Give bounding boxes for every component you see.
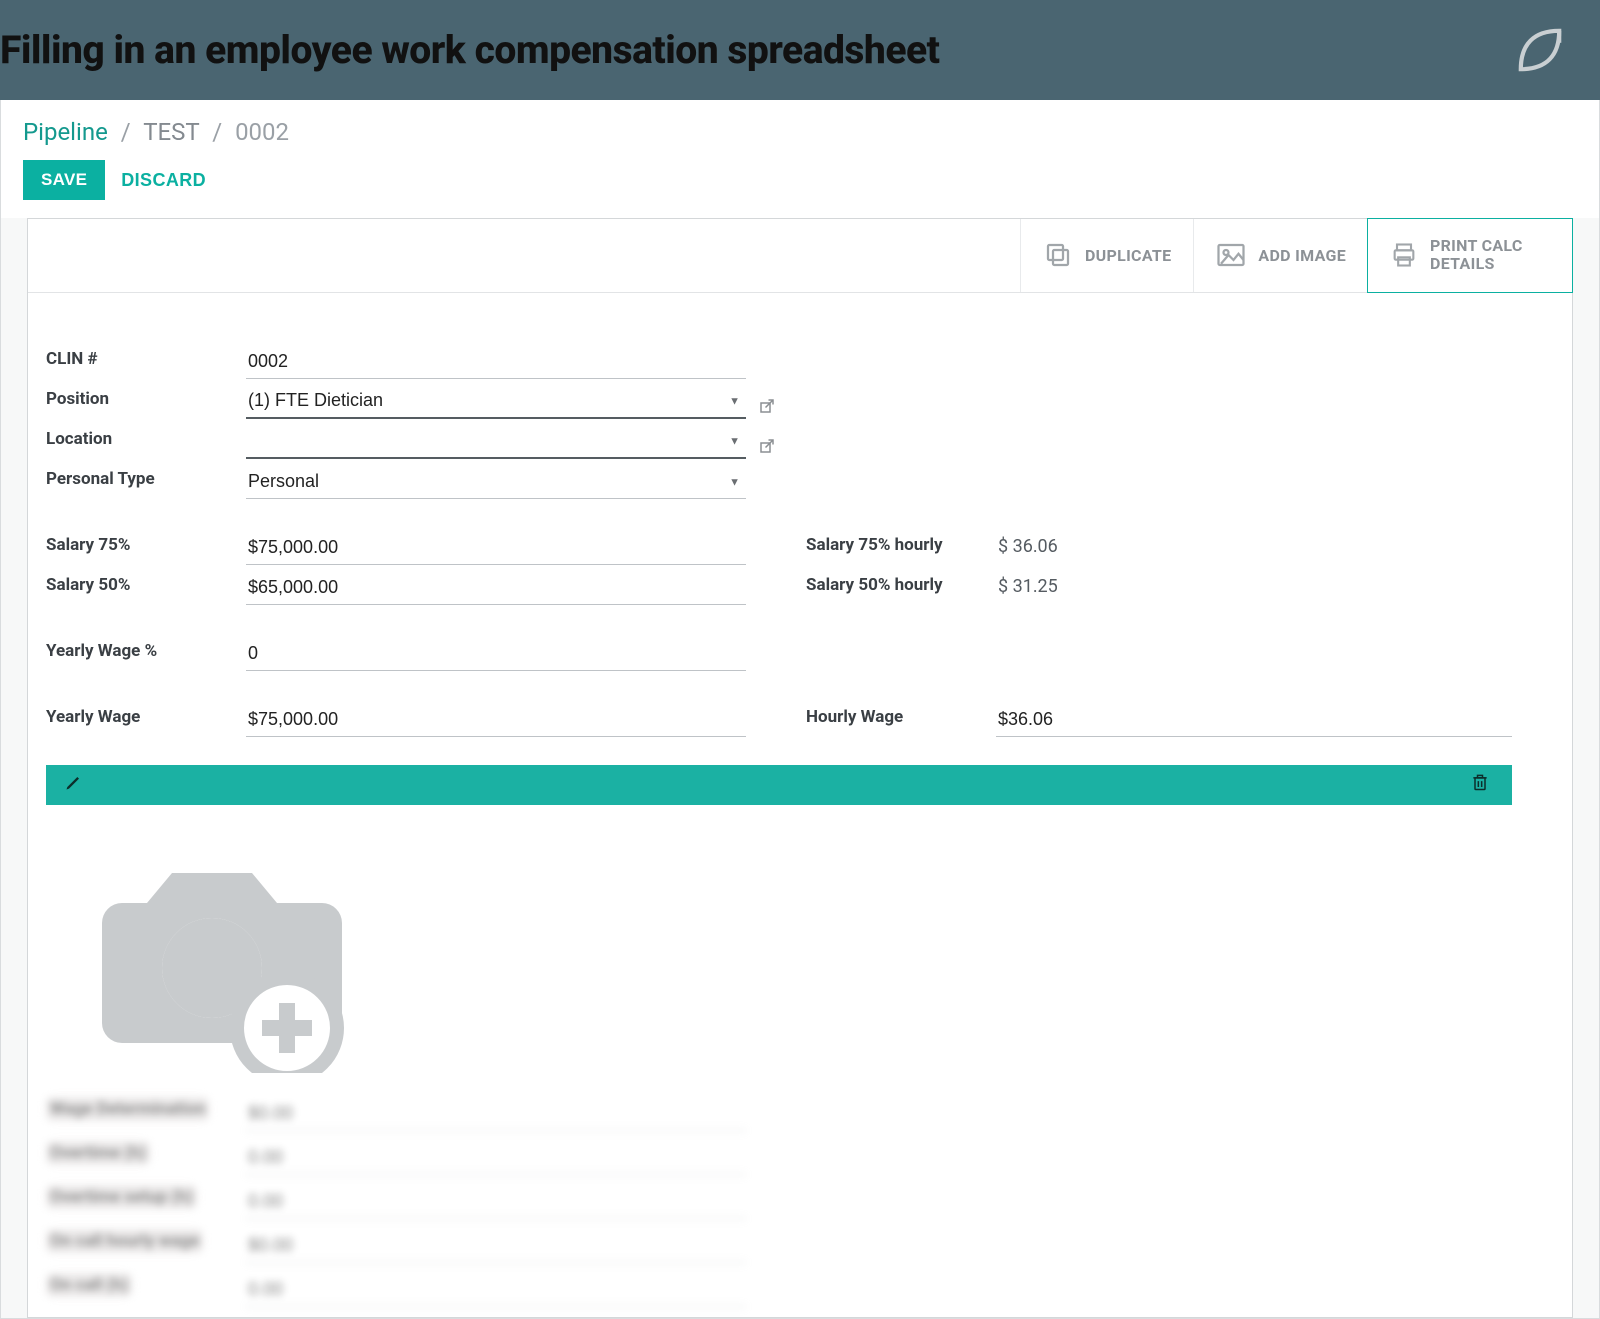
blurred-fields: Wage Determination Overtime (h) Overtime… xyxy=(46,1087,1512,1307)
hourly-wage-label: Hourly Wage xyxy=(806,697,996,737)
personal-type-select[interactable] xyxy=(246,465,746,499)
form-sheet: DUPLICATE ADD IMAGE PRINT CALC DETAILS xyxy=(27,218,1573,1318)
location-label: Location xyxy=(46,419,246,459)
app-body: Pipeline / TEST / 0002 SAVE DISCARD DUPL… xyxy=(0,100,1600,1319)
print-icon xyxy=(1390,241,1418,269)
page-title: Filling in an employee work compensation… xyxy=(0,27,939,73)
yearly-wage-label: Yearly Wage xyxy=(46,697,246,737)
trash-icon[interactable] xyxy=(1470,772,1490,797)
breadcrumb-root[interactable]: Pipeline xyxy=(23,118,108,146)
salary75-input[interactable] xyxy=(246,531,746,565)
salary50-input[interactable] xyxy=(246,571,746,605)
duplicate-button[interactable]: DUPLICATE xyxy=(1020,219,1193,292)
yearly-wage-pct-label: Yearly Wage % xyxy=(46,631,246,671)
salary50h-label: Salary 50% hourly xyxy=(806,565,996,605)
yearly-wage-pct-input[interactable] xyxy=(246,637,746,671)
breadcrumb: Pipeline / TEST / 0002 xyxy=(23,118,1577,146)
leaf-logo-icon xyxy=(1510,20,1570,80)
top-bar: Filling in an employee work compensation… xyxy=(0,0,1600,100)
discard-button[interactable]: DISCARD xyxy=(121,170,206,191)
image-icon xyxy=(1216,242,1246,268)
position-external-link-icon[interactable] xyxy=(758,397,776,415)
clin-label: CLIN # xyxy=(46,339,246,379)
salary50-label: Salary 50% xyxy=(46,565,246,605)
clin-input[interactable] xyxy=(246,345,746,379)
breadcrumb-current: 0002 xyxy=(235,118,289,146)
breadcrumb-parent[interactable]: TEST xyxy=(143,118,199,146)
section-toolbar xyxy=(46,765,1512,805)
hourly-wage-input[interactable] xyxy=(996,703,1512,737)
salary75h-value: $ 36.06 xyxy=(996,528,1512,565)
position-select[interactable] xyxy=(246,384,746,419)
save-button[interactable]: SAVE xyxy=(23,160,105,200)
location-select[interactable] xyxy=(246,424,746,459)
salary50h-value: $ 31.25 xyxy=(996,568,1512,605)
add-photo-placeholder-icon[interactable] xyxy=(82,833,362,1073)
print-calc-details-button[interactable]: PRINT CALC DETAILS xyxy=(1367,218,1573,293)
salary75h-label: Salary 75% hourly xyxy=(806,525,996,565)
position-label: Position xyxy=(46,379,246,419)
yearly-wage-input[interactable] xyxy=(246,703,746,737)
duplicate-icon xyxy=(1043,240,1073,270)
salary75-label: Salary 75% xyxy=(46,525,246,565)
location-external-link-icon[interactable] xyxy=(758,437,776,455)
breadcrumb-bar: Pipeline / TEST / 0002 xyxy=(1,100,1599,160)
personal-type-label: Personal Type xyxy=(46,459,246,499)
add-image-button[interactable]: ADD IMAGE xyxy=(1193,219,1368,292)
edit-icon[interactable] xyxy=(64,772,84,797)
